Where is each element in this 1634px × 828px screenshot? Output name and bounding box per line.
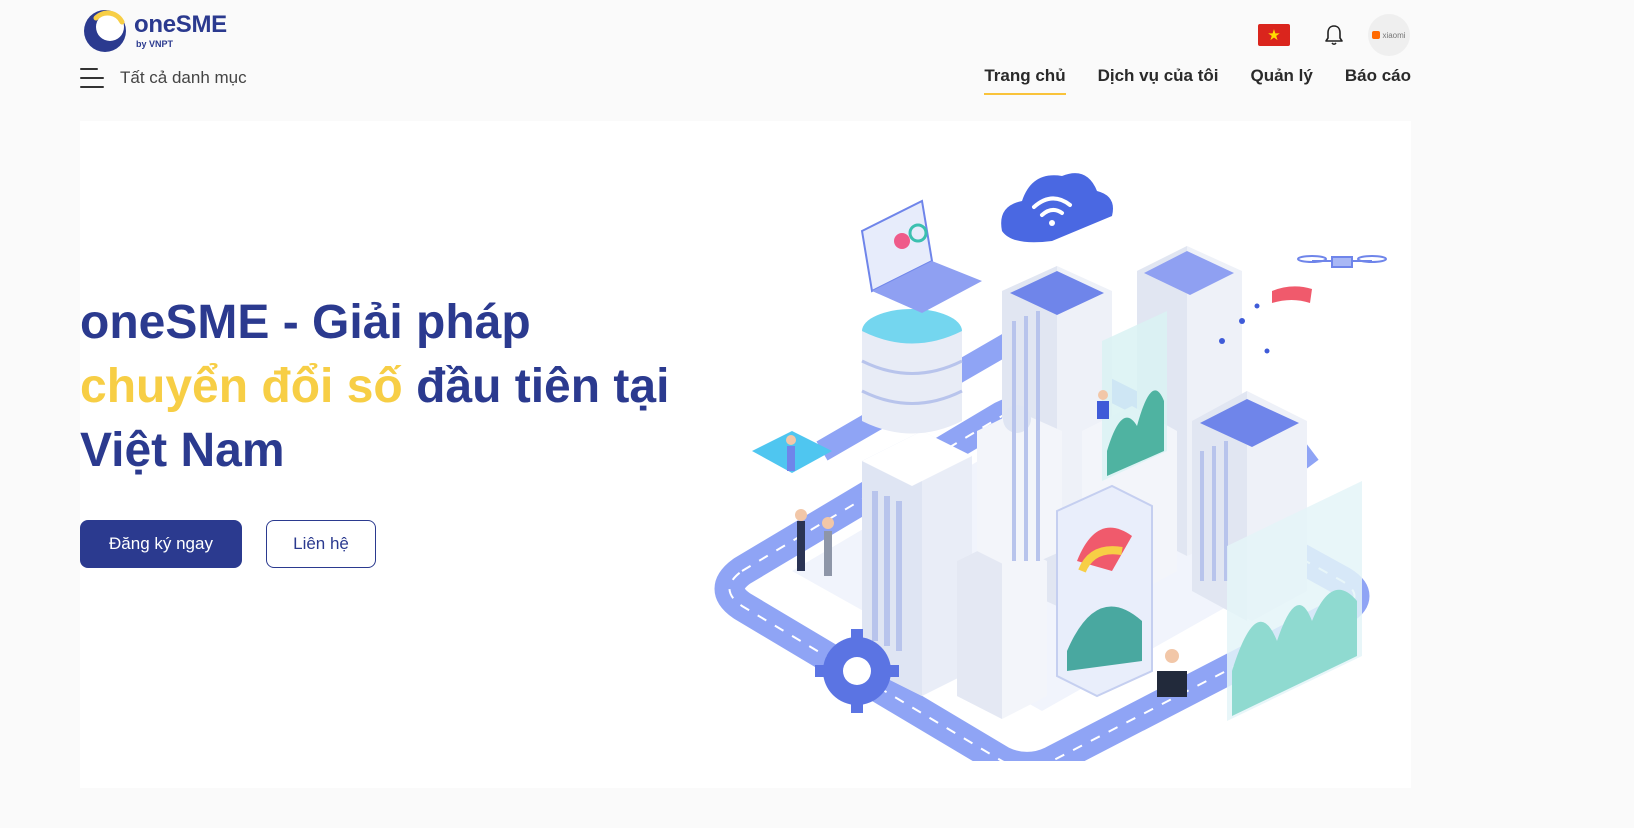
main-nav: Trang chủ Dịch vụ của tôi Quản lý Báo cá… <box>984 66 1411 95</box>
hero-section: oneSME - Giải pháp chuyển đổi số đầu tiê… <box>80 121 1411 788</box>
xiaomi-logo-icon <box>1372 31 1381 39</box>
nav-item-home[interactable]: Trang chủ <box>984 66 1066 95</box>
bell-icon[interactable] <box>1322 23 1346 47</box>
hero-headline: oneSME - Giải pháp chuyển đổi số đầu tiê… <box>80 291 700 483</box>
nav-item-reports[interactable]: Báo cáo <box>1345 66 1411 95</box>
headline-part1: oneSME - Giải pháp <box>80 296 531 349</box>
nav-item-my-services[interactable]: Dịch vụ của tôi <box>1098 66 1219 95</box>
all-categories-label: Tất cả danh mục <box>120 68 247 87</box>
logo[interactable]: oneSME by VNPT <box>82 8 227 54</box>
register-now-button[interactable]: Đăng ký ngay <box>80 520 242 568</box>
contact-button[interactable]: Liên hệ <box>266 520 376 568</box>
nav-item-management[interactable]: Quản lý <box>1251 66 1313 95</box>
onesme-logo-icon <box>84 10 126 52</box>
avatar-text: xiaomi <box>1382 30 1406 40</box>
vn-flag-icon[interactable]: ★ <box>1258 24 1290 46</box>
headline-accent: chuyển đổi số <box>80 360 403 413</box>
logo-name: oneSME <box>134 11 227 38</box>
hamburger-menu-icon[interactable] <box>80 66 106 90</box>
smart-city-illustration <box>714 173 1387 761</box>
header-actions: ★ xiaomi <box>1258 14 1410 56</box>
avatar[interactable]: xiaomi <box>1368 14 1410 56</box>
hero-buttons: Đăng ký ngay Liên hệ <box>80 520 376 568</box>
logo-subtitle: by VNPT <box>136 39 174 49</box>
all-categories-menu[interactable]: Tất cả danh mục <box>80 66 247 90</box>
